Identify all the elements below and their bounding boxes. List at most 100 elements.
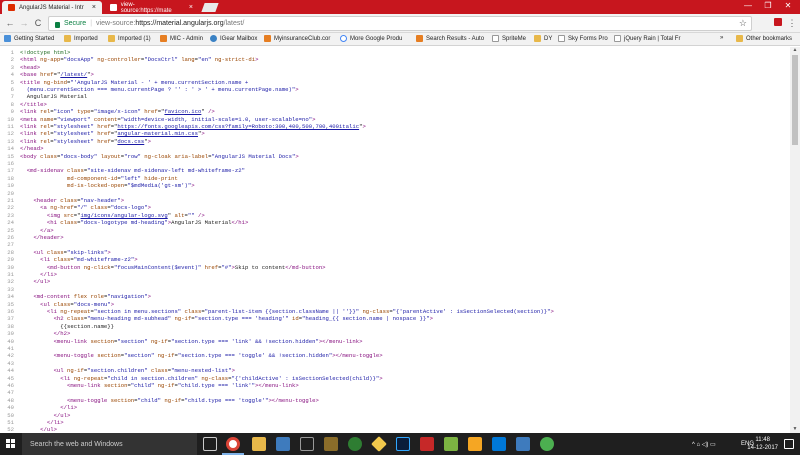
chrome-icon[interactable] xyxy=(226,437,240,451)
line-number: 33 xyxy=(7,285,14,293)
app-icon[interactable] xyxy=(444,437,458,451)
source-line: 39 </h2> xyxy=(0,330,70,337)
url-host: https://material.angularjs.org xyxy=(135,20,224,27)
address-bar[interactable]: Secure | view-source: https://material.a… xyxy=(48,16,752,31)
vscode-icon[interactable] xyxy=(492,437,506,451)
line-code: <!doctype html> xyxy=(20,49,71,56)
bookmark-imported-1[interactable]: Imported (1) xyxy=(108,35,151,42)
file-explorer-icon[interactable] xyxy=(252,437,266,451)
filezilla-icon[interactable] xyxy=(420,437,434,451)
tab-close-icon[interactable]: × xyxy=(183,4,193,11)
source-line: 10 <meta name="viewport" content="width=d… xyxy=(0,116,315,123)
line-number: 31 xyxy=(7,271,14,278)
bookmark-search-results[interactable]: Search Results - Auto xyxy=(416,35,484,42)
source-line: 21 <header class="nav-header"> xyxy=(0,197,124,204)
notifications-icon[interactable] xyxy=(784,439,794,449)
extension-icon[interactable] xyxy=(772,17,784,29)
bookmark-mic-admin[interactable]: MIC - Admin xyxy=(160,35,203,42)
bookmark-igear-mailbox[interactable]: IGear Mailbox xyxy=(210,35,257,42)
scroll-thumb[interactable] xyxy=(792,55,798,145)
windows-start-icon[interactable] xyxy=(6,439,16,449)
line-code: <md-content flex role="navigation"> xyxy=(33,293,151,301)
line-number: 46 xyxy=(7,382,14,389)
terminal-icon[interactable] xyxy=(300,437,314,451)
line-number: 40 xyxy=(7,337,14,345)
tab-view-source[interactable]: view-source:https://mate × xyxy=(104,1,199,14)
url-prefix: view-source: xyxy=(96,20,136,27)
store-icon[interactable] xyxy=(276,437,290,451)
bookmark-jquery-rain[interactable]: jQuery Rain | Total Fr xyxy=(614,35,680,42)
line-code: <ul class="skip-links"> xyxy=(33,248,111,256)
tab-strip: AngularJS Material - Intr × view-source:… xyxy=(0,0,800,14)
source-code-view[interactable]: 1 <!doctype html> 2 <html ng-app="docsApp" … xyxy=(0,47,790,433)
bookmark-other[interactable]: Other bookmarks xyxy=(736,35,792,42)
source-line: 28 <ul class="skip-links"> xyxy=(0,248,111,256)
menu-icon[interactable]: ⋮ xyxy=(786,17,798,29)
scroll-down-arrow-icon[interactable]: ▼ xyxy=(790,426,800,433)
app-icon[interactable] xyxy=(516,437,530,451)
folder-icon xyxy=(534,35,541,42)
source-line: 1 <!doctype html> xyxy=(0,49,71,56)
bookmark-star-icon[interactable]: ☆ xyxy=(739,18,747,29)
bookmark-dy[interactable]: DY xyxy=(534,35,552,42)
line-code: <ul ng-if="section.children" class="menu… xyxy=(53,367,235,375)
restore-button[interactable]: ❐ xyxy=(758,1,778,10)
minimize-button[interactable]: — xyxy=(738,1,758,10)
line-code: </li> xyxy=(60,404,78,412)
system-tray-icons[interactable]: ^ ⌂ ◁) ▭ xyxy=(692,433,716,455)
vertical-scrollbar[interactable]: ▲ ▼ xyxy=(790,47,800,433)
bookmarks-overflow-chevron[interactable]: » xyxy=(720,35,723,41)
line-number: 39 xyxy=(7,330,14,338)
tab-close-icon[interactable]: × xyxy=(86,4,96,11)
line-code: <li ng-repeat="section in menu.sections"… xyxy=(46,308,554,315)
app-icon[interactable] xyxy=(468,437,482,451)
line-number: 48 xyxy=(7,396,14,404)
bookmark-more-google[interactable]: More Google Produ xyxy=(340,35,402,42)
site-icon xyxy=(210,35,217,42)
bookmark-sky-forms[interactable]: Sky Forms Pro xyxy=(558,35,608,42)
reload-button[interactable]: C xyxy=(32,17,44,29)
app-icon[interactable] xyxy=(371,436,387,452)
app-icon[interactable] xyxy=(348,437,362,451)
back-button[interactable]: ← xyxy=(4,17,16,29)
bookmark-label: More Google Produ xyxy=(350,35,403,42)
angular-favicon-icon xyxy=(8,4,15,11)
line-number: 7 xyxy=(10,93,14,101)
separator: | xyxy=(90,20,93,27)
scroll-up-arrow-icon[interactable]: ▲ xyxy=(790,47,800,54)
app-icon[interactable] xyxy=(540,437,554,451)
close-window-button[interactable]: ✕ xyxy=(778,1,798,10)
bookmark-spriteme[interactable]: SpriteMe xyxy=(492,35,526,42)
tab-angularjs-material[interactable]: AngularJS Material - Intr × xyxy=(2,1,102,14)
bookmark-imported[interactable]: Imported xyxy=(64,35,98,42)
forward-button[interactable]: → xyxy=(18,17,30,29)
clock[interactable]: 11:48 14-12-2017 xyxy=(747,436,778,452)
source-line: 13 <link rel="stylesheet" href="docs.css"… xyxy=(0,138,151,145)
folder-icon xyxy=(736,35,743,42)
line-number: 26 xyxy=(7,234,14,241)
photoshop-icon[interactable] xyxy=(396,437,410,451)
clock-time: 11:48 xyxy=(755,437,770,443)
app-icon[interactable] xyxy=(324,437,338,451)
new-tab-button[interactable] xyxy=(201,3,219,12)
source-line: 6 (menu.currentSection === menu.currentP… xyxy=(0,86,299,93)
source-line: 49 </li> xyxy=(0,404,77,411)
source-line: 30 <md-button ng-click="focusMainContent… xyxy=(0,264,325,271)
source-line: 9 <link rel="icon" type="image/x-icon" hr… xyxy=(0,108,215,115)
task-view-icon[interactable] xyxy=(203,437,217,451)
line-number: 49 xyxy=(7,404,14,412)
line-number: 5 xyxy=(10,78,14,86)
source-line: 16 xyxy=(0,160,20,167)
line-number: 18 xyxy=(7,174,14,182)
taskbar-search-box[interactable]: Search the web and Windows xyxy=(22,433,197,455)
line-number: 9 xyxy=(10,108,14,116)
line-number: 34 xyxy=(7,293,14,301)
line-number: 3 xyxy=(10,63,14,71)
line-number: 42 xyxy=(7,352,14,360)
bookmark-getting-started[interactable]: Getting Started xyxy=(4,35,54,42)
line-code: </a> xyxy=(40,226,54,234)
line-code: <menu-link section="child" ng-if="child.… xyxy=(67,382,299,389)
line-code: <menu-link section="section" ng-if="sect… xyxy=(53,337,363,345)
line-code: <img src="img/icons/angular-logo.svg" al… xyxy=(46,211,205,219)
bookmark-myinsuranceclub[interactable]: MyinsuranceClub.cor xyxy=(264,35,330,42)
